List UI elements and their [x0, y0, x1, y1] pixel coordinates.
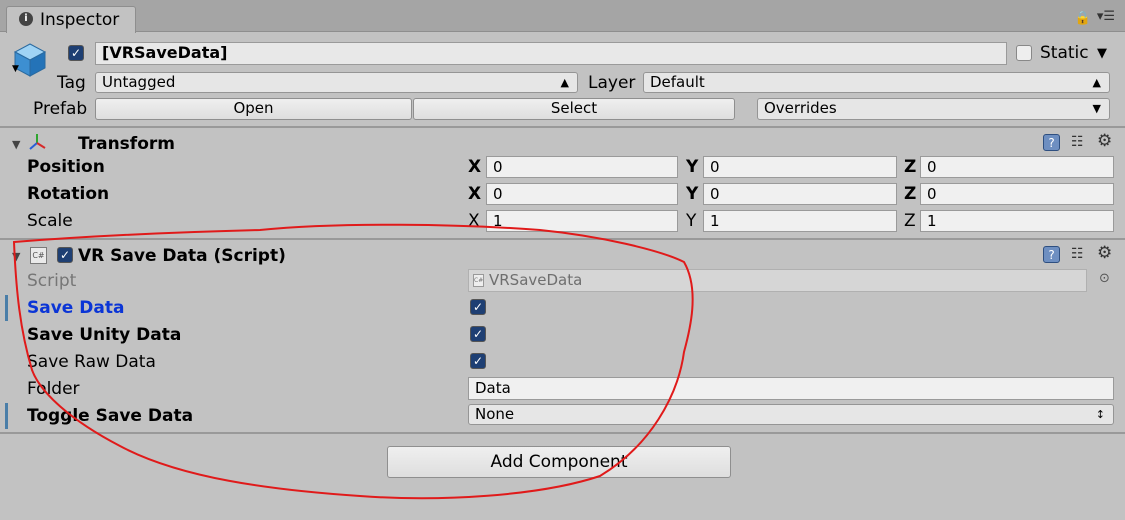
- gear-icon[interactable]: ⚙: [1097, 131, 1112, 151]
- script-foldout-icon[interactable]: ▼: [12, 250, 20, 263]
- script-object-field: VRSaveData: [468, 269, 1087, 292]
- object-name-input[interactable]: [VRSaveData]: [95, 42, 1007, 65]
- axis-y-label[interactable]: Y: [686, 157, 698, 177]
- script-component-title: VR Save Data (Script): [78, 246, 286, 266]
- active-checkbox[interactable]: ✓: [68, 45, 84, 61]
- gear-icon[interactable]: ⚙: [1097, 243, 1112, 263]
- save-data-checkbox[interactable]: ✓: [470, 299, 486, 315]
- updown-arrow-icon: ▲: [560, 76, 569, 89]
- static-checkbox[interactable]: [1016, 45, 1032, 61]
- folder-label: Folder: [27, 379, 80, 399]
- prefab-select-button[interactable]: Select: [413, 98, 735, 120]
- prefab-overrides-dropdown[interactable]: Overrides ▼: [757, 98, 1110, 120]
- transform-icon: [28, 133, 46, 151]
- updown-arrow-icon: ▲: [1092, 76, 1101, 89]
- object-picker-icon[interactable]: ⊙: [1099, 271, 1110, 286]
- save-unity-data-label: Save Unity Data: [27, 325, 182, 345]
- position-y-input[interactable]: 0: [703, 156, 897, 178]
- folder-input[interactable]: Data: [468, 377, 1114, 400]
- toggle-save-data-dropdown[interactable]: None ↕: [468, 404, 1114, 425]
- divider: [0, 432, 1125, 434]
- layer-label: Layer: [588, 73, 636, 93]
- transform-title: Transform: [78, 134, 175, 154]
- rotation-y-input[interactable]: 0: [703, 183, 897, 205]
- menu-icon[interactable]: ▾☰: [1097, 9, 1115, 24]
- axis-z-label[interactable]: Z: [904, 211, 916, 231]
- static-dropdown-arrow-icon[interactable]: ▼: [1097, 46, 1107, 61]
- divider: [0, 238, 1125, 240]
- axis-z-label[interactable]: Z: [904, 184, 916, 204]
- axis-x-label[interactable]: X: [468, 211, 480, 231]
- script-enabled-checkbox[interactable]: ✓: [57, 247, 73, 263]
- script-label: Script: [27, 271, 77, 291]
- axis-z-label[interactable]: Z: [904, 157, 916, 177]
- add-component-button[interactable]: Add Component: [387, 446, 731, 478]
- tag-dropdown[interactable]: Untagged ▲: [95, 72, 578, 93]
- lock-icon[interactable]: 🔒: [1075, 11, 1091, 26]
- modified-indicator: [5, 403, 8, 429]
- position-z-input[interactable]: 0: [920, 156, 1114, 178]
- axis-x-label[interactable]: X: [468, 184, 481, 204]
- help-icon[interactable]: ?: [1043, 134, 1060, 151]
- static-label: Static: [1040, 43, 1089, 63]
- csharp-file-icon: C#: [473, 274, 484, 287]
- prefab-label: Prefab: [33, 99, 88, 119]
- rotation-x-input[interactable]: 0: [486, 183, 678, 205]
- save-raw-data-label: Save Raw Data: [27, 352, 156, 372]
- position-label: Position: [27, 157, 105, 177]
- axis-y-label[interactable]: Y: [686, 211, 696, 231]
- tab-bar: [0, 0, 1125, 32]
- preset-icon[interactable]: ☷: [1071, 246, 1084, 262]
- csharp-script-icon: C#: [30, 247, 47, 264]
- scale-x-input[interactable]: 1: [486, 210, 678, 232]
- preset-icon[interactable]: ☷: [1071, 134, 1084, 150]
- tag-value: Untagged: [102, 73, 176, 91]
- script-value: VRSaveData: [489, 271, 583, 289]
- rotation-label: Rotation: [27, 184, 110, 204]
- toggle-save-data-label: Toggle Save Data: [27, 406, 194, 426]
- tag-label: Tag: [57, 73, 86, 93]
- save-data-label: Save Data: [27, 298, 125, 318]
- rotation-z-input[interactable]: 0: [920, 183, 1114, 205]
- chevron-down-icon: ▼: [1092, 102, 1101, 115]
- overrides-value: Overrides: [764, 99, 837, 117]
- modified-indicator: [5, 295, 8, 321]
- axis-y-label[interactable]: Y: [686, 184, 698, 204]
- scale-label: Scale: [27, 211, 73, 231]
- axis-x-label[interactable]: X: [468, 157, 481, 177]
- save-raw-data-checkbox[interactable]: ✓: [470, 353, 486, 369]
- prefab-open-button[interactable]: Open: [95, 98, 412, 120]
- gameobject-icon-arrow[interactable]: ▼: [12, 64, 19, 74]
- tab-inspector[interactable]: i Inspector: [6, 6, 136, 33]
- toggle-value: None: [475, 405, 515, 423]
- layer-value: Default: [650, 73, 705, 91]
- scale-y-input[interactable]: 1: [703, 210, 897, 232]
- transform-foldout-icon[interactable]: ▼: [12, 138, 20, 151]
- updown-arrow-icon: ↕: [1095, 408, 1105, 421]
- info-icon: i: [19, 12, 33, 26]
- position-x-input[interactable]: 0: [486, 156, 678, 178]
- scale-z-input[interactable]: 1: [920, 210, 1114, 232]
- save-unity-data-checkbox[interactable]: ✓: [470, 326, 486, 342]
- tab-label: Inspector: [40, 10, 120, 30]
- layer-dropdown[interactable]: Default ▲: [643, 72, 1110, 93]
- divider: [0, 126, 1125, 128]
- help-icon[interactable]: ?: [1043, 246, 1060, 263]
